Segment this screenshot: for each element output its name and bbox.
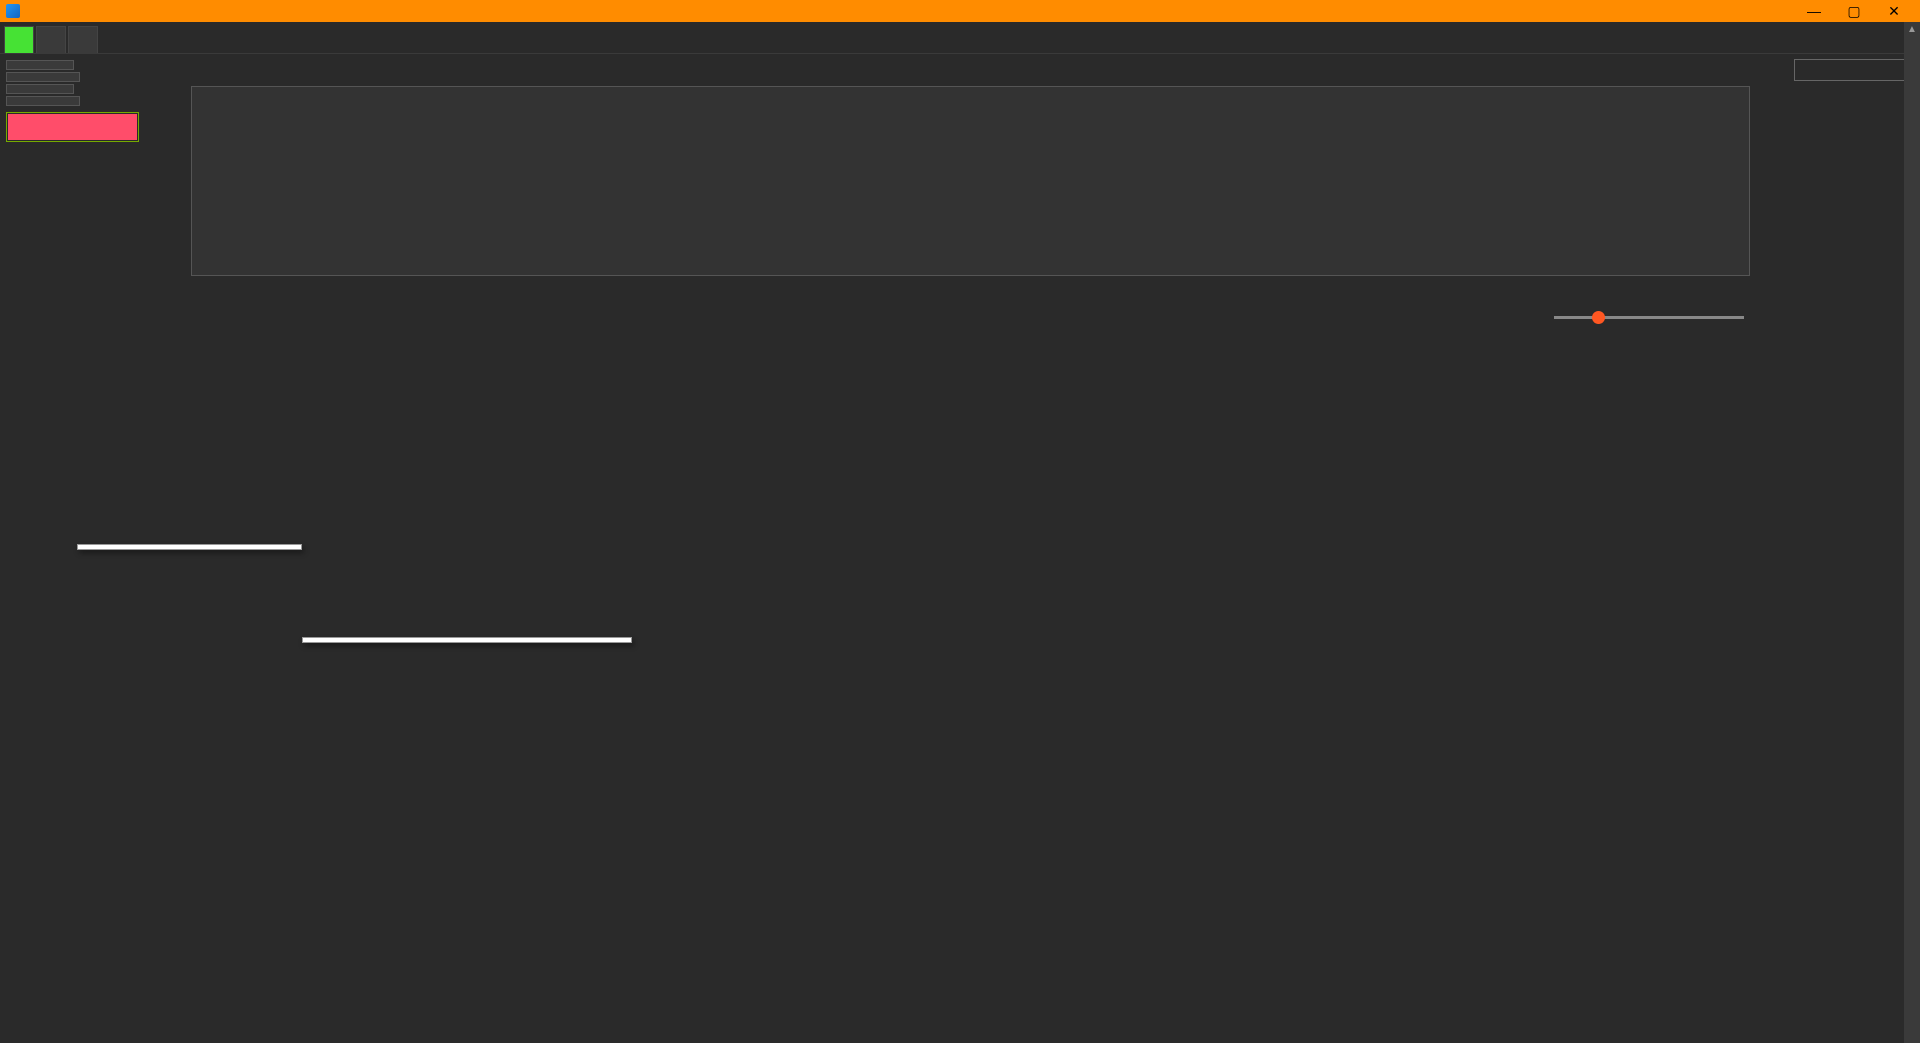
- time-range-slider[interactable]: [1554, 316, 1744, 319]
- add-web-host-button[interactable]: [6, 72, 80, 82]
- hosts-table[interactable]: [163, 333, 1912, 1043]
- tab-monitoring[interactable]: [4, 26, 34, 53]
- slider-thumb[interactable]: [1592, 311, 1605, 324]
- close-icon[interactable]: ✕: [1874, 0, 1914, 22]
- add-ip-range-button[interactable]: [6, 84, 74, 94]
- search-filter-input[interactable]: [1794, 59, 1912, 81]
- tab-options[interactable]: [36, 26, 66, 53]
- main-panel: [155, 54, 1920, 1043]
- add-ip-host-button[interactable]: [6, 60, 74, 70]
- window-scrollbar[interactable]: ▲: [1904, 22, 1920, 1043]
- context-menu[interactable]: [77, 544, 302, 550]
- maximize-icon[interactable]: ▢: [1834, 0, 1874, 22]
- titlebar[interactable]: — ▢ ✕: [0, 0, 1920, 22]
- ping-chart: [191, 86, 1750, 276]
- app-icon: [6, 4, 20, 18]
- hosts-legend: [1782, 84, 1912, 319]
- context-submenu[interactable]: [302, 637, 632, 643]
- tab-reports[interactable]: [68, 26, 98, 53]
- stop-monitoring-button[interactable]: [6, 112, 139, 142]
- del-last-host-button[interactable]: [6, 96, 80, 106]
- main-tabs: [0, 22, 1920, 54]
- minimize-icon[interactable]: —: [1794, 0, 1834, 22]
